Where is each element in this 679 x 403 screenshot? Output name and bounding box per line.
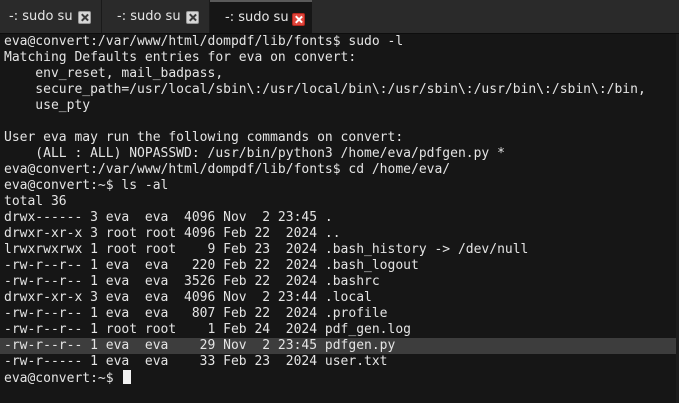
- terminal-line-selected[interactable]: -rw-r--r-- 1 eva eva 29 Nov 2 23:45 pdfg…: [0, 338, 679, 354]
- terminal-line: env_reset, mail_badpass,: [4, 66, 224, 81]
- terminal-line: Matching Defaults entries for eva on con…: [4, 50, 357, 65]
- terminal-line: -rw-r----- 1 eva eva 33 Feb 23 2024 user…: [4, 354, 388, 369]
- terminal-line: drwxr-xr-x 3 root root 4096 Feb 22 2024 …: [4, 226, 341, 241]
- tab-bar: -: sudo su -: sudo su -: sudo su: [0, 0, 679, 34]
- tab-3-label: -: sudo su: [225, 10, 289, 25]
- terminal-line: secure_path=/usr/local/sbin\:/usr/local/…: [4, 82, 646, 97]
- terminal-line: -rw-r--r-- 1 eva eva 220 Feb 22 2024 .ba…: [4, 258, 419, 273]
- tab-2-label: -: sudo su: [117, 9, 181, 24]
- close-icon[interactable]: [78, 11, 91, 24]
- shell-prompt: eva@convert:~$: [4, 371, 122, 386]
- terminal-line: User eva may run the following commands …: [4, 130, 404, 145]
- terminal-line: drwxr-xr-x 3 eva eva 4096 Nov 2 23:44 .l…: [4, 290, 372, 305]
- terminal-output[interactable]: eva@convert:/var/www/html/dompdf/lib/fon…: [0, 34, 679, 403]
- terminal-line: eva@convert:/var/www/html/dompdf/lib/fon…: [4, 162, 451, 177]
- terminal-line: -rw-r--r-- 1 root root 1 Feb 24 2024 pdf…: [4, 322, 411, 337]
- terminal-line: (ALL : ALL) NOPASSWD: /usr/bin/python3 /…: [4, 146, 505, 161]
- close-icon[interactable]: [186, 11, 199, 24]
- terminal-line: eva@convert:~$ ls -al: [4, 178, 169, 193]
- tab-2[interactable]: -: sudo su: [102, 0, 209, 33]
- terminal-line: -rw-r--r-- 1 eva eva 807 Feb 22 2024 .pr…: [4, 306, 388, 321]
- prompt-line[interactable]: eva@convert:~$: [0, 370, 679, 386]
- tab-3[interactable]: -: sudo su: [210, 0, 312, 33]
- text-cursor: [123, 370, 132, 384]
- terminal-line: eva@convert:/var/www/html/dompdf/lib/fon…: [4, 34, 404, 49]
- terminal-line: lrwxrwxrwx 1 root root 9 Feb 23 2024 .ba…: [4, 242, 529, 257]
- terminal-window: -: sudo su -: sudo su -: sudo su eva@con…: [0, 0, 679, 403]
- close-icon[interactable]: [292, 13, 305, 26]
- terminal-line: drwx------ 3 eva eva 4096 Nov 2 23:45 .: [4, 210, 333, 225]
- terminal-line: -rw-r--r-- 1 eva eva 3526 Feb 22 2024 .b…: [4, 274, 380, 289]
- tab-1[interactable]: -: sudo su: [0, 0, 101, 33]
- terminal-line: total 36: [4, 194, 67, 209]
- terminal-line: use_pty: [4, 98, 91, 113]
- tab-1-label: -: sudo su: [9, 9, 73, 24]
